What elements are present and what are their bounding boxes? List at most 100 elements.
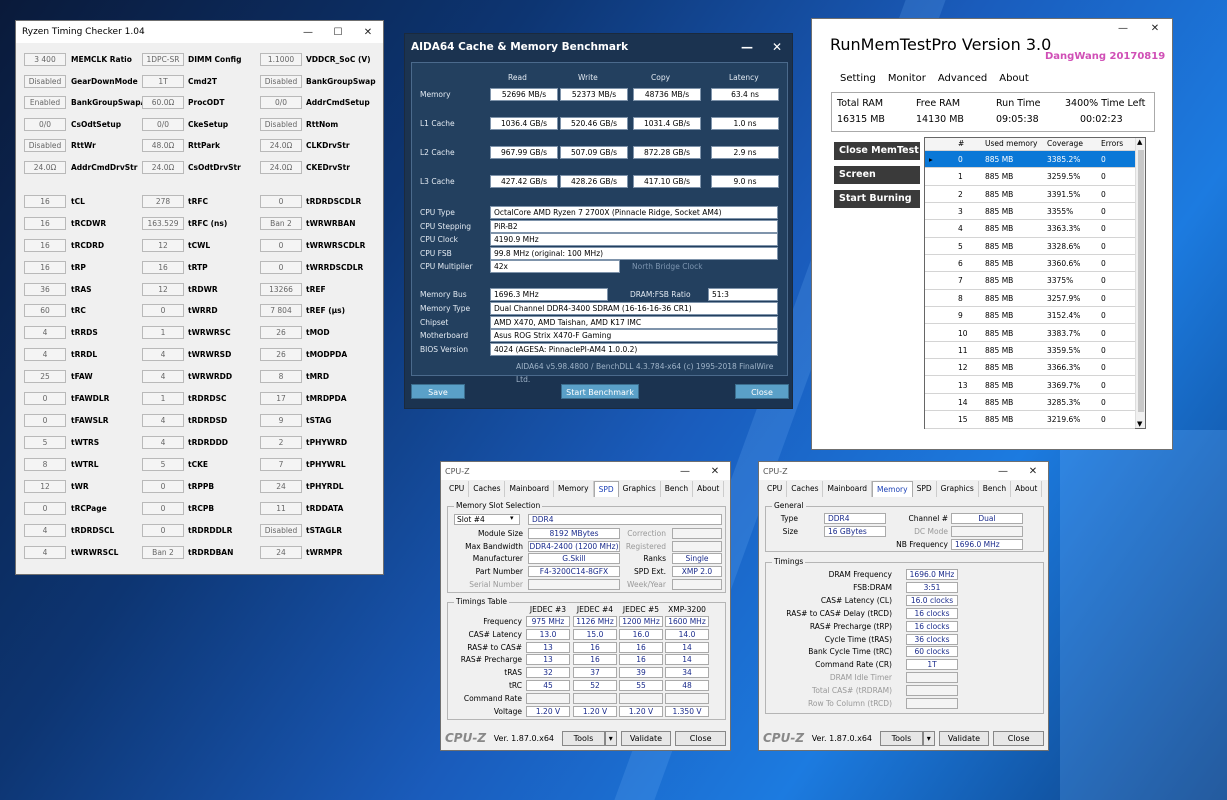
minimize-icon[interactable]: —	[732, 40, 762, 54]
spd-value	[672, 528, 722, 539]
title-bar[interactable]: RunMemTestPro Version 3.0 DangWang 20170…	[812, 19, 1172, 69]
timing-value: 8	[260, 370, 302, 384]
close-icon[interactable]: ✕	[762, 40, 792, 54]
title-bar[interactable]: AIDA64 Cache & Memory Benchmark — ✕	[405, 34, 792, 60]
chevron-down-icon[interactable]: ▾	[922, 730, 935, 746]
tab-cpu[interactable]: CPU	[445, 481, 470, 497]
timing-label: tFAWSLR	[71, 416, 109, 426]
timing-value: 60.0Ω	[142, 96, 184, 110]
bench-value: 1036.4 GB/s	[490, 117, 558, 130]
timing-row-label: tRC	[508, 681, 522, 690]
table-cell: 3366.3%	[1047, 363, 1081, 373]
table-row[interactable]: 3 885 MB 3355% 0	[925, 203, 1135, 221]
timing-value: 14.0	[665, 628, 709, 640]
validate-button[interactable]: Validate	[620, 730, 672, 746]
close-memtest-button[interactable]: Close MemTest	[834, 142, 920, 160]
timings-group: Timings DRAM Frequency 1696.0 MHz FSB:DRAM 3…	[765, 557, 1044, 714]
tab-spd[interactable]: SPD	[593, 481, 619, 497]
chevron-down-icon[interactable]: ▾	[510, 514, 514, 522]
table-row[interactable]: 13 885 MB 3369.7% 0	[925, 377, 1135, 394]
table-cell: 885 MB	[985, 189, 1014, 199]
table-row[interactable]: 11 885 MB 3359.5% 0	[925, 342, 1135, 360]
tools-button[interactable]: Tools	[879, 730, 923, 746]
table-row[interactable]: 2 885 MB 3391.5% 0	[925, 186, 1135, 203]
table-cell: 0	[1101, 155, 1106, 164]
close-icon[interactable]: ✕	[1018, 466, 1048, 477]
tab-graphics[interactable]: Graphics	[619, 481, 661, 497]
timing-value: 24.0Ω	[24, 161, 66, 174]
tab-memory[interactable]: Memory	[872, 481, 913, 497]
timing-value: 12	[24, 480, 66, 494]
tab-about[interactable]: About	[1011, 481, 1043, 497]
screen-capture-button[interactable]: Screen Capture	[834, 166, 920, 198]
table-row[interactable]: 4 885 MB 3363.3% 0	[925, 220, 1135, 238]
table-row[interactable]: 12 885 MB 3366.3% 0	[925, 359, 1135, 377]
table-row[interactable]: 6 885 MB 3360.6% 0	[925, 255, 1135, 273]
memory-info-value: Asus ROG Strix X470-F Gaming	[490, 329, 778, 343]
chevron-down-icon[interactable]: ▾	[604, 730, 617, 746]
spd-value	[672, 578, 722, 590]
memory-info-label: Memory Type	[420, 304, 471, 313]
save-button[interactable]: Save	[411, 384, 465, 399]
close-button[interactable]: Close	[735, 384, 789, 399]
bench-value: 1.0 ns	[711, 117, 779, 130]
title-bar[interactable]: Ryzen Timing Checker 1.04 — ☐ ✕	[16, 21, 383, 43]
minimize-icon[interactable]: —	[670, 466, 700, 477]
table-row[interactable]: ▸ 0 885 MB 3385.2% 0	[925, 151, 1135, 169]
chevron-up-icon[interactable]: ▲	[1137, 138, 1142, 146]
close-icon[interactable]: ✕	[353, 27, 383, 38]
table-row[interactable]: 9 885 MB 3152.4% 0	[925, 307, 1135, 325]
timing-value: 14	[665, 641, 709, 653]
table-row[interactable]: 10 885 MB 3383.7% 0	[925, 325, 1135, 342]
close-button[interactable]: Close	[675, 730, 726, 746]
minimize-icon[interactable]: —	[988, 466, 1018, 477]
tab-caches[interactable]: Caches	[469, 481, 506, 497]
tab-caches[interactable]: Caches	[787, 481, 824, 497]
minimize-icon[interactable]: —	[1108, 23, 1138, 34]
tab-mainboard[interactable]: Mainboard	[505, 481, 555, 497]
timing-value: 278	[142, 194, 184, 208]
scroll-thumb[interactable]	[1138, 150, 1144, 412]
table-cell: 3375%	[1047, 276, 1074, 286]
tab-bench[interactable]: Bench	[979, 481, 1012, 497]
timing-value: Disabled	[260, 523, 302, 537]
tab-monitor[interactable]: Monitor	[882, 73, 932, 84]
start-benchmark-button[interactable]: Start Benchmark	[561, 384, 639, 399]
tab-cpu[interactable]: CPU	[763, 481, 788, 497]
table-row[interactable]: 5 885 MB 3328.6% 0	[925, 238, 1135, 256]
table-row[interactable]: 14 885 MB 3285.3% 0	[925, 394, 1135, 412]
column-header: Write	[578, 73, 598, 82]
minimize-icon[interactable]: —	[293, 27, 323, 38]
table-row[interactable]: 1 885 MB 3259.5% 0	[925, 168, 1135, 186]
tab-mainboard[interactable]: Mainboard	[823, 481, 873, 497]
timing-label: RAS# Precharge (tRP)	[809, 621, 892, 631]
chevron-down-icon[interactable]: ▼	[1137, 420, 1142, 428]
table-row[interactable]: 15 885 MB 3219.6% 0	[925, 411, 1135, 429]
tab-about[interactable]: About	[693, 481, 725, 497]
table-cell: 13	[958, 380, 968, 390]
table-row[interactable]: 7 885 MB 3375% 0	[925, 272, 1135, 290]
start-burning-button[interactable]: Start Burning	[834, 190, 920, 208]
close-icon[interactable]: ✕	[700, 466, 730, 477]
scrollbar[interactable]: ▲ ▼	[1135, 138, 1145, 428]
tools-button[interactable]: Tools	[561, 730, 605, 746]
tab-memory[interactable]: Memory	[554, 481, 594, 497]
tab-setting[interactable]: Setting	[834, 73, 882, 84]
maximize-icon[interactable]: ☐	[323, 27, 353, 38]
table-row[interactable]: 8 885 MB 3257.9% 0	[925, 290, 1135, 308]
table-cell: 0	[1101, 224, 1106, 234]
validate-button[interactable]: Validate	[938, 730, 990, 746]
tab-advanced[interactable]: Advanced	[932, 73, 993, 84]
bench-value: 427.42 GB/s	[490, 175, 558, 188]
timing-value: Enabled	[24, 96, 66, 110]
close-button[interactable]: Close	[993, 730, 1044, 746]
close-icon[interactable]: ✕	[1140, 23, 1170, 34]
timing-value: 0	[260, 260, 302, 274]
wallpaper-beam	[1060, 430, 1227, 800]
title-bar[interactable]: CPU-Z — ✕	[441, 462, 730, 480]
tab-spd[interactable]: SPD	[913, 481, 937, 497]
tab-bench[interactable]: Bench	[661, 481, 694, 497]
tab-graphics[interactable]: Graphics	[937, 481, 979, 497]
tab-about[interactable]: About	[993, 73, 1035, 84]
title-bar[interactable]: CPU-Z — ✕	[759, 462, 1048, 480]
